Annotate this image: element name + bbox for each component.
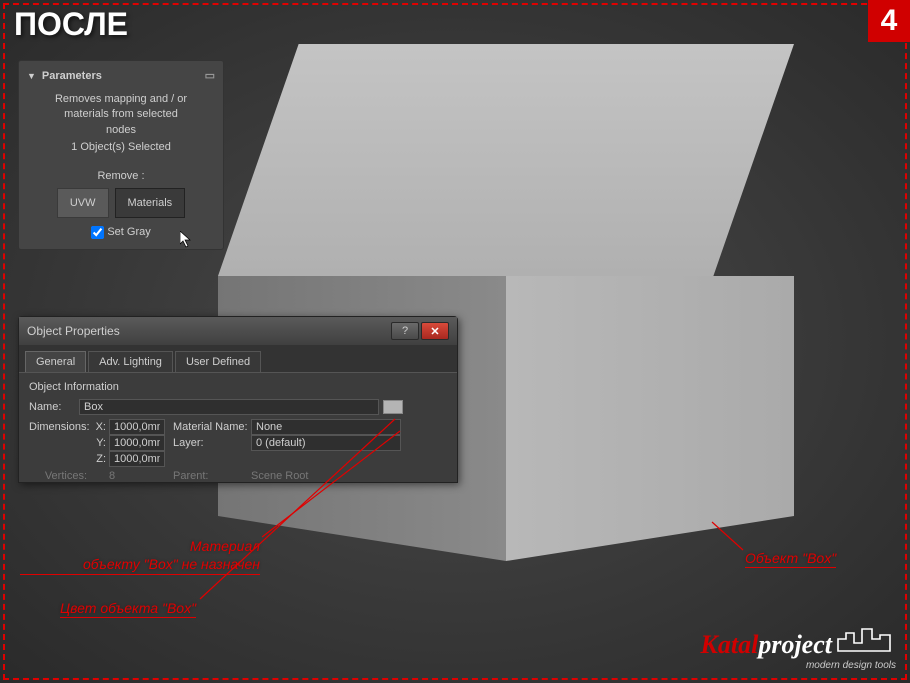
material-name-label: Material Name: [173,421,251,433]
annotation-object-color: Цвет объекта "Box" [60,600,196,618]
name-label: Name: [29,401,79,413]
dim-x-label: X: [91,421,109,433]
params-desc-line1: Removes mapping and / or [29,92,213,107]
params-desc-line2: materials from selected [29,107,213,122]
set-gray-checkbox-label[interactable]: Set Gray [91,226,150,238]
parameters-rollout: ▼ Parameters ▭ Removes mapping and / or … [18,60,224,250]
viewport-cube-top [218,44,794,276]
step-number-badge: 4 [868,0,910,42]
logo-tagline: modern design tools [701,660,896,671]
dialog-title: Object Properties [27,324,120,338]
object-properties-dialog: Object Properties ? ✕ General Adv. Light… [18,316,458,483]
annotation-object-box: Объект "Box" [745,550,836,568]
logo-part1: Katal [701,630,759,660]
vertices-label: Vertices: [29,470,91,482]
dim-z-field [109,451,165,467]
selection-status: 1 Object(s) Selected [29,140,213,155]
rollout-collapse-icon[interactable]: ▼ [27,71,36,81]
tab-adv-lighting[interactable]: Adv. Lighting [88,351,173,372]
remove-label: Remove : [19,170,223,182]
vertices-value: 8 [109,470,165,482]
tab-user-defined[interactable]: User Defined [175,351,261,372]
name-field[interactable] [79,399,379,415]
dim-x-field [109,419,165,435]
layer-label: Layer: [173,437,251,449]
rollout-menu-icon[interactable]: ▭ [205,69,215,82]
logo-skyline-icon [836,625,896,653]
dim-y-field [109,435,165,451]
dim-z-label: Z: [91,453,109,465]
params-desc-line3: nodes [29,123,213,138]
parent-label: Parent: [173,470,251,482]
dialog-help-button[interactable]: ? [391,322,419,340]
material-name-field [251,419,401,435]
uvw-button[interactable]: UVW [57,188,109,218]
set-gray-text: Set Gray [107,226,150,238]
page-title: ПОСЛЕ [14,6,128,43]
annotation-material-not-assigned: Материал объекту "Box" не назначен [20,537,260,575]
dialog-close-button[interactable]: ✕ [421,322,449,340]
object-color-swatch[interactable] [383,400,403,414]
dimensions-label: Dimensions: [29,421,91,433]
watermark-logo: Katal project modern design tools [701,625,896,671]
parameters-title: Parameters [42,70,102,82]
viewport-cube-right [506,276,794,576]
logo-part2: project [758,630,832,660]
object-information-group: Object Information [29,381,447,393]
parent-value: Scene Root [251,470,308,482]
tab-general[interactable]: General [25,351,86,372]
cursor-icon [180,231,194,249]
materials-button[interactable]: Materials [115,188,186,218]
dim-y-label: Y: [91,437,109,449]
set-gray-checkbox[interactable] [91,226,104,239]
layer-field [251,435,401,451]
